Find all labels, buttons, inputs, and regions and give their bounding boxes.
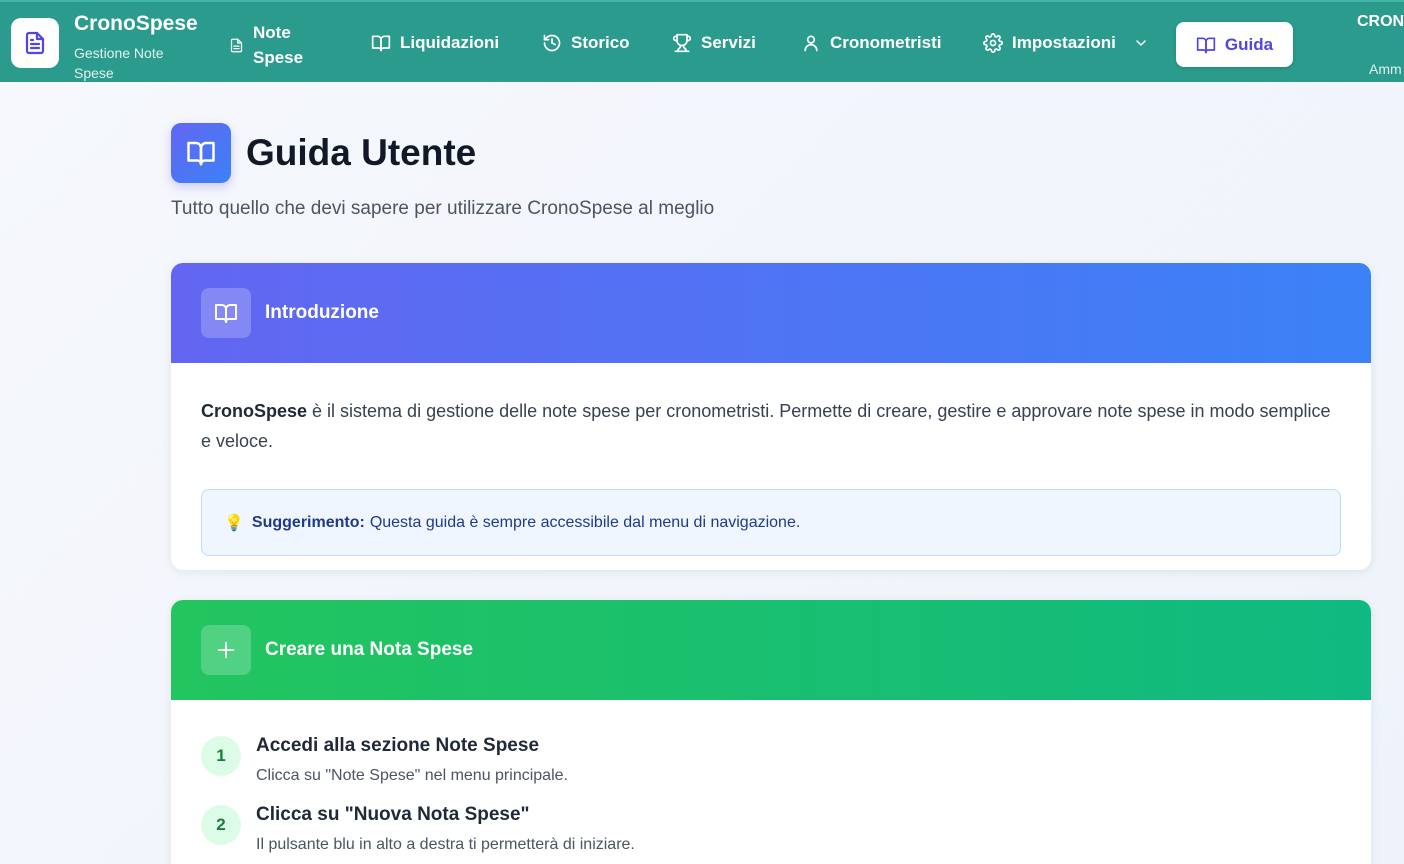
book-open-icon bbox=[371, 35, 391, 52]
document-icon bbox=[25, 31, 45, 55]
nav-label: Impostazioni bbox=[1012, 33, 1116, 52]
step-number: 1 bbox=[201, 736, 241, 776]
section-title: Introduzione bbox=[265, 302, 379, 323]
app-subtitle: Gestione Note Spese bbox=[74, 45, 164, 81]
nav-label: Storico bbox=[571, 33, 630, 52]
nav-label: Servizi bbox=[701, 33, 756, 52]
chevron-down-icon[interactable] bbox=[1133, 35, 1149, 51]
nav-item-guida[interactable]: Guida bbox=[1176, 22, 1293, 67]
nav-label: Note Spese bbox=[253, 23, 304, 67]
user-icon bbox=[804, 35, 818, 52]
gear-icon bbox=[983, 33, 1003, 53]
nav-item-note-spese[interactable]: Note Spese bbox=[229, 20, 313, 70]
book-open-icon bbox=[1196, 37, 1216, 53]
nav-item-impostazioni[interactable]: Impostazioni bbox=[983, 33, 1149, 53]
section-title: Creare una Nota Spese bbox=[265, 639, 474, 660]
top-navigation-bar: CronoSpese Gestione Note Spese Note Spes… bbox=[0, 0, 1404, 82]
user-role: Amm bbox=[1369, 61, 1402, 77]
step-description: Clicca su "Note Spese" nel menu principa… bbox=[256, 767, 568, 784]
app-title: CronoSpese bbox=[74, 12, 198, 35]
step-item: 2 Clicca su "Nuova Nota Spese" Il pulsan… bbox=[201, 803, 1341, 854]
create-section-card: Creare una Nota Spese 1 Accedi alla sezi… bbox=[171, 600, 1371, 864]
step-description: Il pulsante blu in alto a destra ti perm… bbox=[256, 836, 635, 853]
tip-text: Questa guida è sempre accessibile dal me… bbox=[369, 513, 801, 531]
history-icon bbox=[543, 34, 561, 52]
nav-item-storico[interactable]: Storico bbox=[542, 33, 630, 53]
book-open-icon bbox=[187, 141, 215, 166]
intro-text: CronoSpese è il sistema di gestione dell… bbox=[201, 396, 1341, 456]
tip-label: Suggerimento: bbox=[251, 513, 365, 531]
section-icon bbox=[201, 288, 251, 338]
app-logo[interactable] bbox=[11, 18, 59, 68]
nav-item-servizi[interactable]: Servizi bbox=[672, 33, 756, 53]
nav-label: Liquidazioni bbox=[400, 33, 500, 52]
step-title: Clicca su "Nuova Nota Spese" bbox=[256, 804, 530, 825]
tip-box: 💡 Suggerimento: Questa guida è sempre ac… bbox=[201, 489, 1341, 556]
page-icon bbox=[171, 123, 231, 183]
intro-description: è il sistema di gestione delle note spes… bbox=[201, 401, 1331, 451]
book-open-icon bbox=[215, 304, 237, 323]
step-number: 2 bbox=[201, 805, 241, 845]
user-name[interactable]: CRON bbox=[1357, 13, 1404, 31]
page-title: Guida Utente bbox=[246, 132, 477, 173]
step-title: Accedi alla sezione Note Spese bbox=[256, 735, 540, 756]
nav-label: Cronometristi bbox=[830, 33, 942, 52]
page-subtitle: Tutto quello che devi sapere per utilizz… bbox=[171, 198, 715, 219]
nav-item-cronometristi[interactable]: Cronometristi bbox=[801, 33, 941, 53]
step-item: 1 Accedi alla sezione Note Spese Clicca … bbox=[201, 734, 1341, 785]
trophy-icon bbox=[672, 33, 692, 53]
document-icon bbox=[230, 38, 243, 52]
steps-list: 1 Accedi alla sezione Note Spese Clicca … bbox=[171, 700, 1371, 854]
nav-label: Guida bbox=[1224, 34, 1274, 54]
create-section-header: Creare una Nota Spese bbox=[171, 600, 1371, 700]
lightbulb-icon: 💡 bbox=[224, 514, 244, 532]
section-icon bbox=[201, 625, 251, 675]
intro-section-header: Introduzione bbox=[171, 263, 1371, 363]
intro-section-card: Introduzione CronoSpese è il sistema di … bbox=[171, 263, 1371, 570]
plus-icon bbox=[217, 641, 235, 659]
nav-item-liquidazioni[interactable]: Liquidazioni bbox=[371, 33, 499, 53]
intro-brand-word: CronoSpese bbox=[201, 401, 308, 421]
